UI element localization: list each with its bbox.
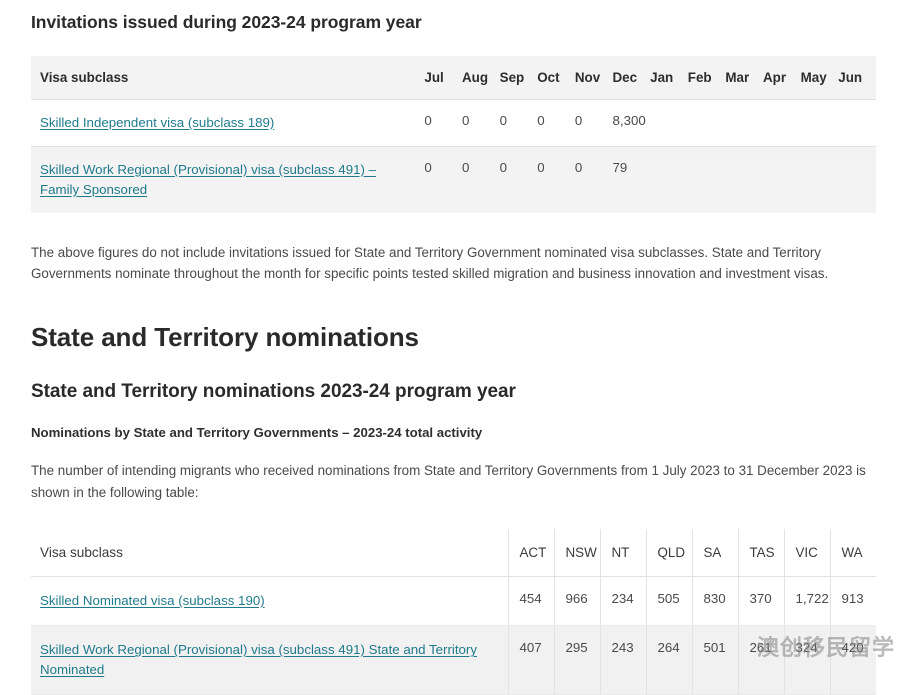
nominations-subheading: State and Territory nominations 2023-24 … bbox=[31, 381, 516, 403]
invitations-cell bbox=[763, 98, 801, 147]
invitations-col-may: May bbox=[800, 55, 839, 100]
invitations-cell bbox=[800, 145, 839, 213]
nominations-cell: 505 bbox=[645, 576, 692, 627]
invitations-cell: 0 bbox=[537, 145, 575, 213]
invitations-cell bbox=[838, 98, 876, 147]
invitations-row-label-cell: Skilled Work Regional (Provisional) visa… bbox=[31, 145, 425, 213]
invitations-cell: 0 bbox=[574, 98, 613, 147]
nominations-cell: 420 bbox=[829, 625, 876, 695]
invitations-col-nov: Nov bbox=[574, 55, 613, 100]
nominations-table-body: Skilled Nominated visa (subclass 190) 45… bbox=[31, 576, 876, 695]
nominations-col-nsw: NSW bbox=[553, 529, 600, 578]
nominations-cell: 264 bbox=[645, 625, 692, 695]
invitations-header-row: Visa subclass Jul Aug Sep Oct Nov Dec Ja… bbox=[31, 55, 876, 100]
nominations-cell: 966 bbox=[553, 576, 600, 627]
nominations-table-head: Visa subclass ACT NSW NT QLD SA TAS VIC … bbox=[31, 529, 876, 578]
nominations-cell: 234 bbox=[599, 576, 646, 627]
table-row: Skilled Work Regional (Provisional) visa… bbox=[31, 625, 876, 695]
invitations-heading: Invitations issued during 2023-24 progra… bbox=[31, 12, 422, 32]
invitations-cell: 8,300 bbox=[612, 98, 651, 147]
visa-subclass-189-link[interactable]: Skilled Independent visa (subclass 189) bbox=[40, 115, 274, 130]
nominations-intro: The number of intending migrants who rec… bbox=[31, 462, 866, 500]
nominations-cell: 913 bbox=[829, 576, 876, 627]
page-content: Invitations issued during 2023-24 progra… bbox=[0, 0, 907, 695]
invitations-cell bbox=[800, 98, 839, 147]
nominations-cell: 1,722 bbox=[783, 576, 830, 627]
visa-subclass-491-family-sponsored-link[interactable]: Skilled Work Regional (Provisional) visa… bbox=[40, 162, 376, 197]
invitations-col-aug: Aug bbox=[462, 55, 500, 100]
invitations-cell: 79 bbox=[612, 145, 651, 213]
invitations-col-sep: Sep bbox=[499, 55, 538, 100]
nominations-cell: 454 bbox=[507, 576, 554, 627]
nominations-cell: 261 bbox=[737, 625, 784, 695]
nominations-cell: 370 bbox=[737, 576, 784, 627]
invitations-cell: 0 bbox=[499, 98, 538, 147]
invitations-table-body: Skilled Independent visa (subclass 189) … bbox=[31, 98, 876, 213]
invitations-col-jan: Jan bbox=[650, 55, 688, 100]
nominations-col-wa: WA bbox=[829, 529, 876, 578]
nominations-header-row: Visa subclass ACT NSW NT QLD SA TAS VIC … bbox=[31, 529, 876, 578]
visa-subclass-491-state-nominated-link[interactable]: Skilled Work Regional (Provisional) visa… bbox=[40, 642, 477, 677]
nominations-col-sa: SA bbox=[691, 529, 738, 578]
invitations-table: Visa subclass Jul Aug Sep Oct Nov Dec Ja… bbox=[31, 55, 876, 213]
invitations-cell bbox=[725, 145, 764, 213]
invitations-note: The above figures do not include invitat… bbox=[31, 244, 829, 282]
nominations-cell: 295 bbox=[553, 625, 600, 695]
nominations-cell: 830 bbox=[691, 576, 738, 627]
table-row: Skilled Work Regional (Provisional) visa… bbox=[31, 145, 876, 213]
nominations-col-nt: NT bbox=[599, 529, 646, 578]
invitations-cell bbox=[687, 98, 726, 147]
invitations-cell bbox=[838, 145, 876, 213]
invitations-col-dec: Dec bbox=[612, 55, 651, 100]
invitations-cell: 0 bbox=[462, 98, 500, 147]
invitations-cell: 0 bbox=[537, 98, 575, 147]
nominations-table: Visa subclass ACT NSW NT QLD SA TAS VIC … bbox=[31, 529, 876, 695]
invitations-cell: 0 bbox=[499, 145, 538, 213]
invitations-col-jun: Jun bbox=[838, 55, 876, 100]
invitations-row-label-cell: Skilled Independent visa (subclass 189) bbox=[31, 98, 425, 147]
invitations-cell: 0 bbox=[574, 145, 613, 213]
invitations-col-feb: Feb bbox=[687, 55, 726, 100]
invitations-table-head: Visa subclass Jul Aug Sep Oct Nov Dec Ja… bbox=[31, 55, 876, 100]
visa-subclass-190-link[interactable]: Skilled Nominated visa (subclass 190) bbox=[40, 593, 265, 608]
nominations-row-label-cell: Skilled Work Regional (Provisional) visa… bbox=[31, 625, 508, 695]
invitations-cell bbox=[650, 145, 688, 213]
invitations-col-jul: Jul bbox=[424, 55, 463, 100]
invitations-col-oct: Oct bbox=[537, 55, 575, 100]
invitations-cell bbox=[650, 98, 688, 147]
nominations-cell: 324 bbox=[783, 625, 830, 695]
nominations-row-label-cell: Skilled Nominated visa (subclass 190) bbox=[31, 576, 508, 627]
invitations-cell: 0 bbox=[424, 145, 463, 213]
nominations-col-subclass: Visa subclass bbox=[31, 529, 508, 578]
nominations-cell: 243 bbox=[599, 625, 646, 695]
table-row: Skilled Independent visa (subclass 189) … bbox=[31, 98, 876, 147]
invitations-cell: 0 bbox=[424, 98, 463, 147]
invitations-cell bbox=[687, 145, 726, 213]
invitations-cell bbox=[763, 145, 801, 213]
nominations-col-qld: QLD bbox=[645, 529, 692, 578]
nominations-caption: Nominations by State and Territory Gover… bbox=[31, 425, 483, 441]
invitations-cell: 0 bbox=[462, 145, 500, 213]
nominations-col-vic: VIC bbox=[783, 529, 830, 578]
nominations-cell: 501 bbox=[691, 625, 738, 695]
nominations-col-tas: TAS bbox=[737, 529, 784, 578]
invitations-col-mar: Mar bbox=[725, 55, 764, 100]
invitations-col-apr: Apr bbox=[763, 55, 801, 100]
nominations-heading: State and Territory nominations bbox=[31, 322, 419, 353]
invitations-cell bbox=[725, 98, 764, 147]
nominations-cell: 407 bbox=[507, 625, 554, 695]
invitations-col-subclass: Visa subclass bbox=[31, 55, 425, 100]
nominations-col-act: ACT bbox=[507, 529, 554, 578]
table-row: Skilled Nominated visa (subclass 190) 45… bbox=[31, 576, 876, 627]
